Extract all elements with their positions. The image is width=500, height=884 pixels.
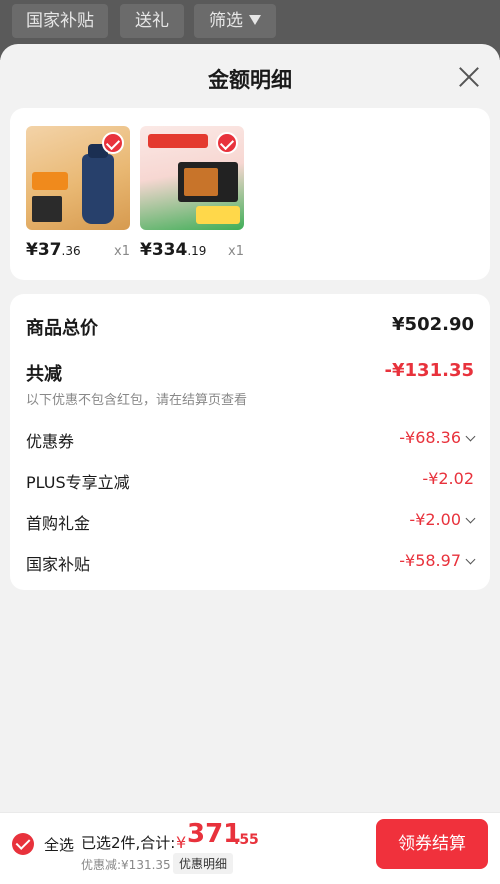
checkout-bar: 全选 已选2件,合计: ¥ 371 .55 优惠减:¥131.35 优惠明细 领… — [0, 812, 500, 884]
total-amount-decimal: .55 — [234, 832, 259, 848]
discount-summary: 优惠减:¥131.35 — [81, 858, 171, 872]
reduction-note: 以下优惠不包含红包，请在结算页查看 — [26, 393, 248, 408]
product-quantity: x1 — [114, 244, 130, 259]
select-all-label[interactable]: 全选 — [44, 834, 74, 855]
product-image — [26, 126, 130, 230]
selected-check-icon[interactable] — [102, 132, 124, 154]
chevron-down-icon — [465, 554, 476, 565]
discount-value: -¥58.97 — [399, 551, 476, 570]
price-summary-card: 商品总价 ¥502.90 共减 -¥131.35 以下优惠不包含红包，请在结算页… — [10, 294, 490, 590]
total-price-label: 商品总价 — [26, 318, 98, 339]
sheet-title: 金额明细 — [208, 68, 292, 92]
total-currency: ¥ — [176, 833, 187, 852]
discount-label: PLUS专享立减 — [26, 473, 130, 492]
filter-label: 送礼 — [135, 11, 169, 31]
filter-label: 筛选 — [209, 11, 243, 31]
discount-value: -¥2.02 — [422, 469, 474, 488]
close-icon[interactable] — [458, 66, 480, 88]
discount-label: 首购礼金 — [26, 514, 91, 533]
total-reduction-value: -¥131.35 — [384, 360, 474, 381]
filter-screen[interactable]: 筛选 — [194, 4, 276, 38]
select-all-check-icon[interactable] — [12, 833, 34, 855]
product-price: ¥334.19 — [140, 240, 207, 260]
product-quantity: x1 — [228, 244, 244, 259]
selected-check-icon[interactable] — [216, 132, 238, 154]
discount-label: 优惠券 — [26, 432, 75, 451]
discount-detail-link[interactable]: 优惠明细 — [173, 853, 234, 874]
product-card: ¥37.36 x1 ¥334.19 x1 — [10, 108, 490, 280]
filter-funnel-icon — [249, 15, 261, 25]
product-image — [140, 126, 244, 230]
total-reduction-label: 共减 — [26, 364, 62, 385]
discount-value: -¥2.00 — [409, 510, 476, 529]
product-item[interactable]: ¥334.19 x1 — [140, 126, 244, 266]
total-price-value: ¥502.90 — [392, 314, 474, 335]
product-item[interactable]: ¥37.36 x1 — [26, 126, 130, 266]
filter-gift[interactable]: 送礼 — [120, 4, 184, 38]
discount-label: 国家补贴 — [26, 555, 91, 574]
filter-national-subsidy[interactable]: 国家补贴 — [12, 4, 108, 38]
discount-value: -¥68.36 — [399, 428, 476, 447]
amount-detail-sheet: 金额明细 ¥37.36 x1 ¥334.19 x1 商品总价 ¥502.90 共… — [0, 44, 500, 884]
chevron-down-icon — [465, 431, 476, 442]
filter-label: 国家补贴 — [26, 11, 94, 31]
checkout-button[interactable]: 领券结算 — [376, 819, 488, 869]
chevron-down-icon — [465, 513, 476, 524]
selected-count-text: 已选2件,合计: — [81, 834, 176, 852]
product-price: ¥37.36 — [26, 240, 81, 260]
